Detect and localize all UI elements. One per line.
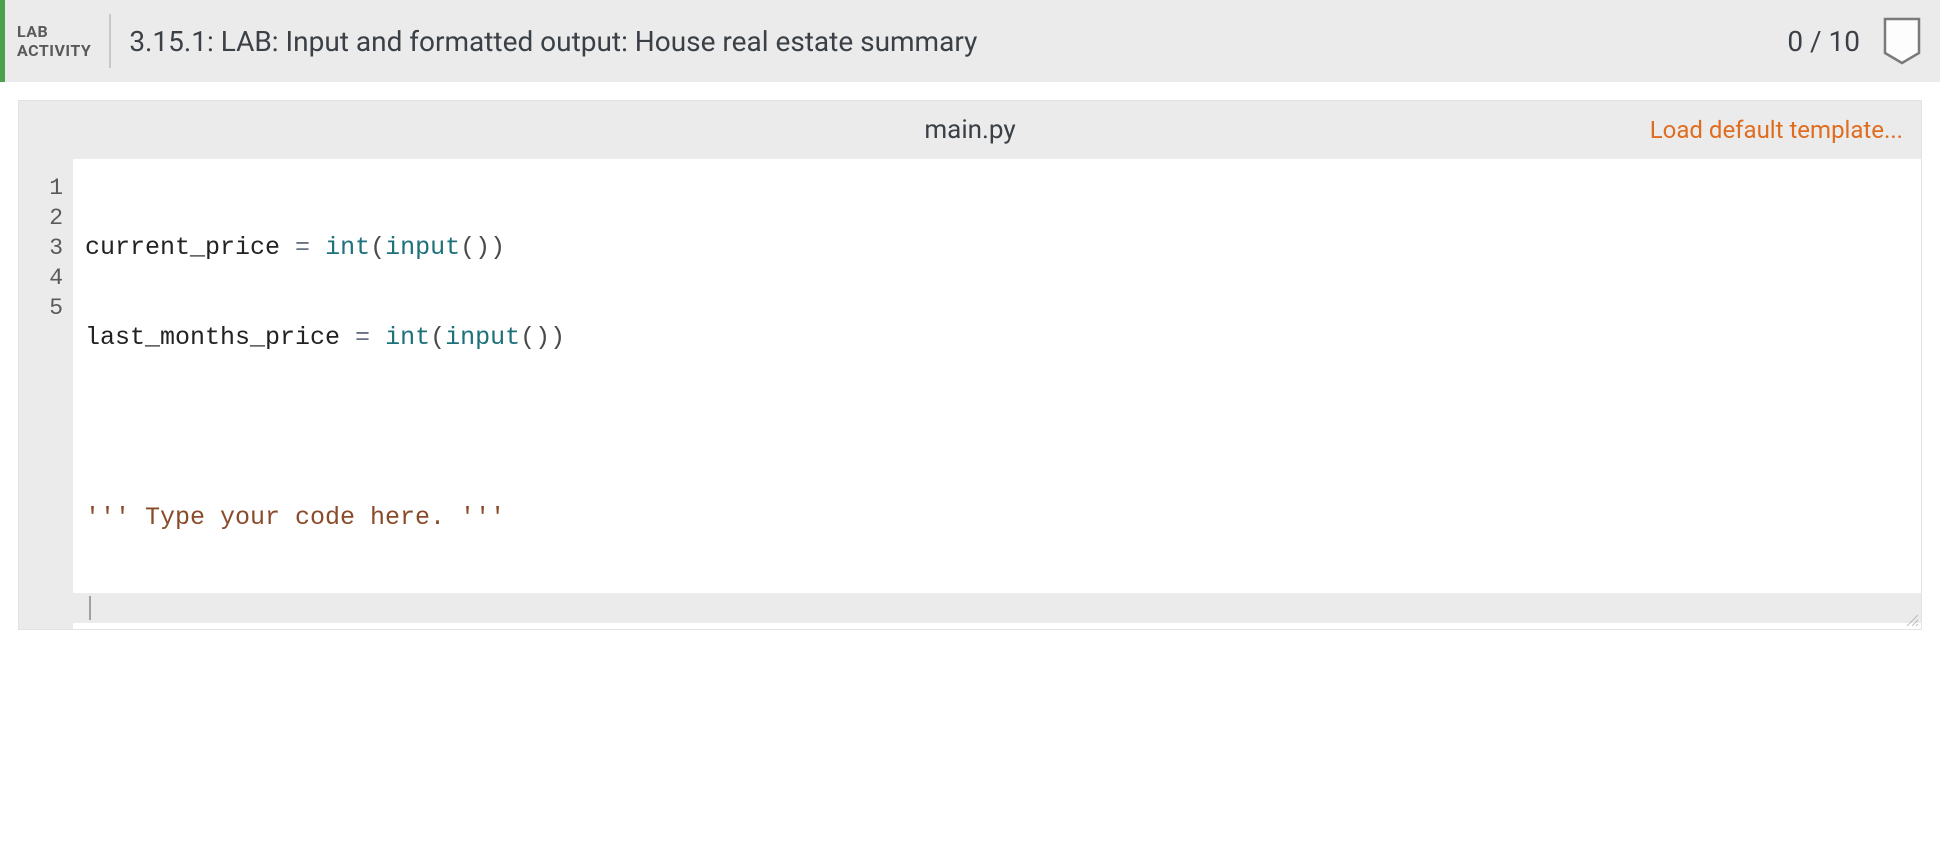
lab-header: LAB ACTIVITY 3.15.1: LAB: Input and form… (0, 0, 1940, 82)
code-editor[interactable]: 1 2 3 4 5 current_price = int(input()) l… (19, 159, 1921, 629)
token-paren: ( (520, 323, 535, 352)
lab-score: 0 / 10 (1787, 25, 1860, 58)
file-name: main.py (924, 115, 1015, 145)
token-paren: ) (550, 323, 565, 352)
token-paren: ) (490, 233, 505, 262)
token-builtin: int (385, 323, 430, 352)
token-identifier: last_months_price (85, 323, 340, 352)
token-identifier: current_price (85, 233, 280, 262)
token-operator: = (340, 323, 385, 352)
token-paren: ( (460, 233, 475, 262)
line-number: 3 (19, 233, 73, 263)
line-number: 5 (19, 293, 73, 323)
file-header: main.py Load default template... (19, 101, 1921, 159)
line-number: 1 (19, 173, 73, 203)
lab-activity-badge: LAB ACTIVITY (17, 14, 111, 68)
token-paren: ( (370, 233, 385, 262)
editor-area: main.py Load default template... 1 2 3 4… (0, 82, 1940, 630)
line-number-gutter: 1 2 3 4 5 (19, 159, 73, 629)
lab-badge-line1: LAB (17, 22, 91, 41)
code-line[interactable]: last_months_price = int(input()) (85, 323, 1921, 353)
token-builtin: int (325, 233, 370, 262)
code-line-active[interactable] (73, 593, 1921, 623)
token-paren: ) (475, 233, 490, 262)
code-line[interactable] (85, 413, 1921, 443)
bookmark-icon[interactable] (1882, 16, 1922, 66)
code-line[interactable]: ''' Type your code here. ''' (85, 503, 1921, 533)
token-string: ''' Type your code here. ''' (85, 503, 505, 532)
line-number: 2 (19, 203, 73, 233)
lab-title: 3.15.1: LAB: Input and formatted output:… (129, 25, 1787, 58)
token-builtin: input (445, 323, 520, 352)
token-builtin: input (385, 233, 460, 262)
line-number: 4 (19, 263, 73, 293)
token-operator: = (280, 233, 325, 262)
lab-badge-line2: ACTIVITY (17, 41, 91, 60)
token-paren: ( (430, 323, 445, 352)
editor-shell: main.py Load default template... 1 2 3 4… (18, 100, 1922, 630)
token-paren: ) (535, 323, 550, 352)
load-default-template-link[interactable]: Load default template... (1650, 116, 1903, 144)
code-line[interactable]: current_price = int(input()) (85, 233, 1921, 263)
code-content[interactable]: current_price = int(input()) last_months… (73, 159, 1921, 629)
resize-handle-icon[interactable] (1905, 613, 1919, 627)
